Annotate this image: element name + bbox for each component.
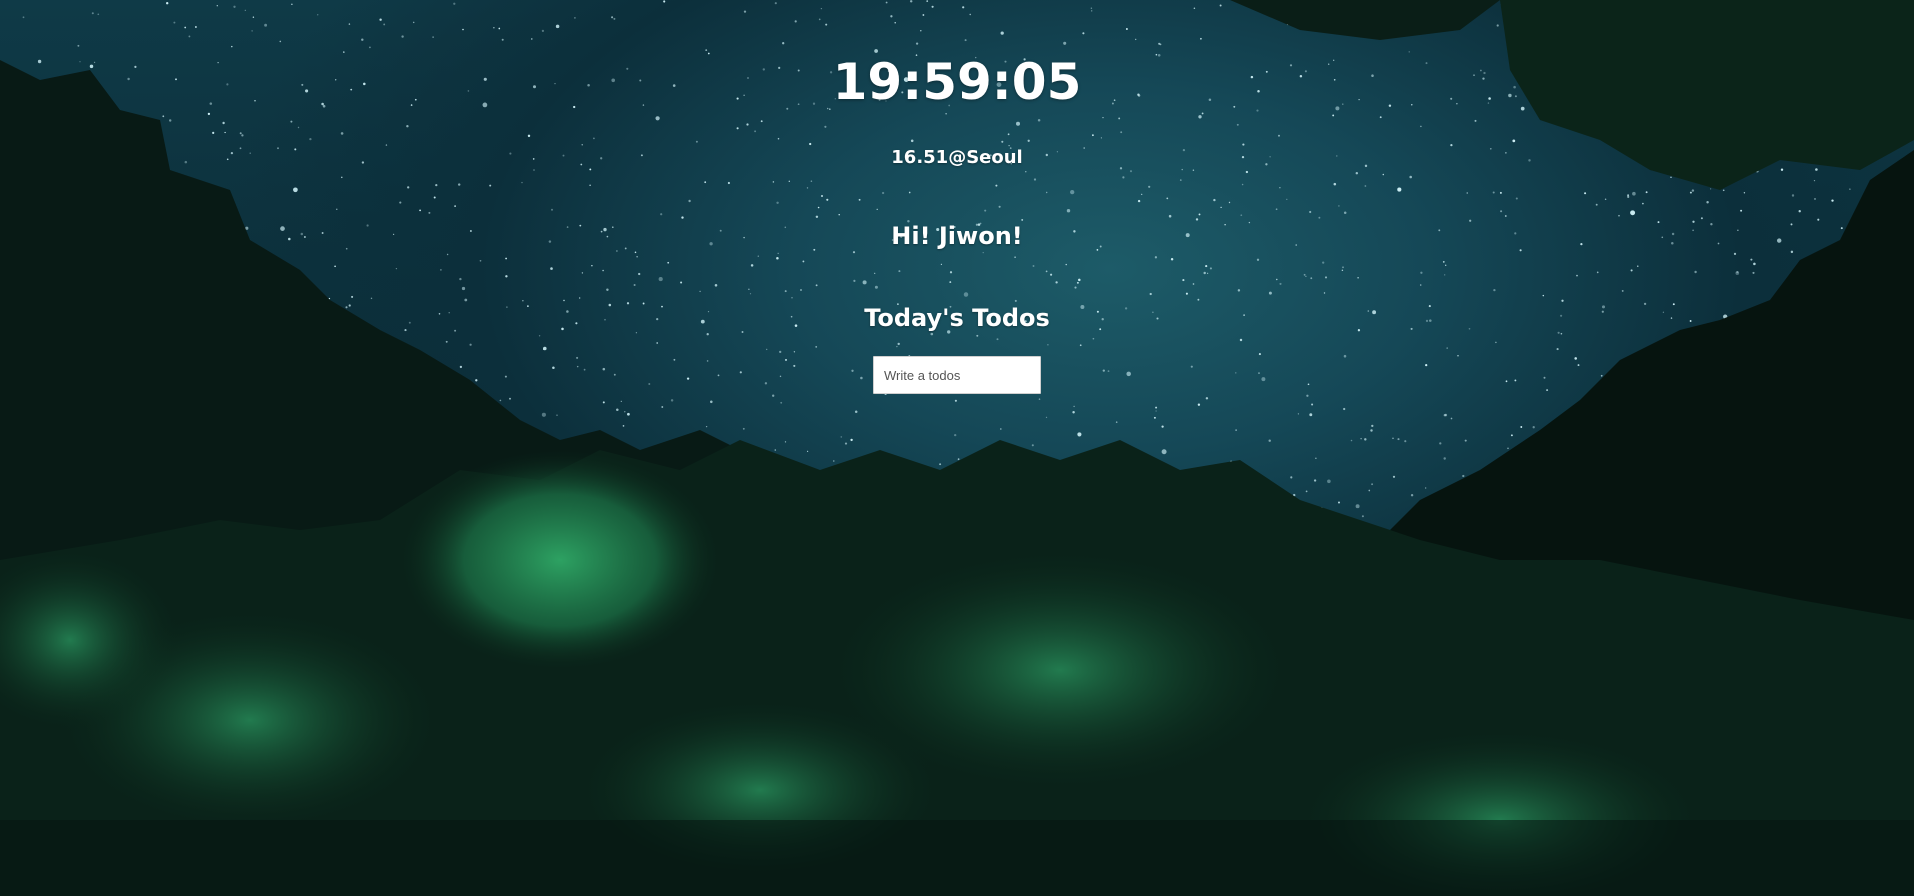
weather-location: 16.51@Seoul xyxy=(891,147,1023,168)
todo-input[interactable] xyxy=(873,356,1041,394)
greeting: Hi! Jiwon! xyxy=(891,222,1023,250)
todos-title: Today's Todos xyxy=(864,304,1050,332)
main-content: 19:59:05 16.51@Seoul Hi! Jiwon! Today's … xyxy=(0,0,1914,896)
clock: 19:59:05 xyxy=(832,53,1082,111)
todo-form xyxy=(873,356,1041,394)
